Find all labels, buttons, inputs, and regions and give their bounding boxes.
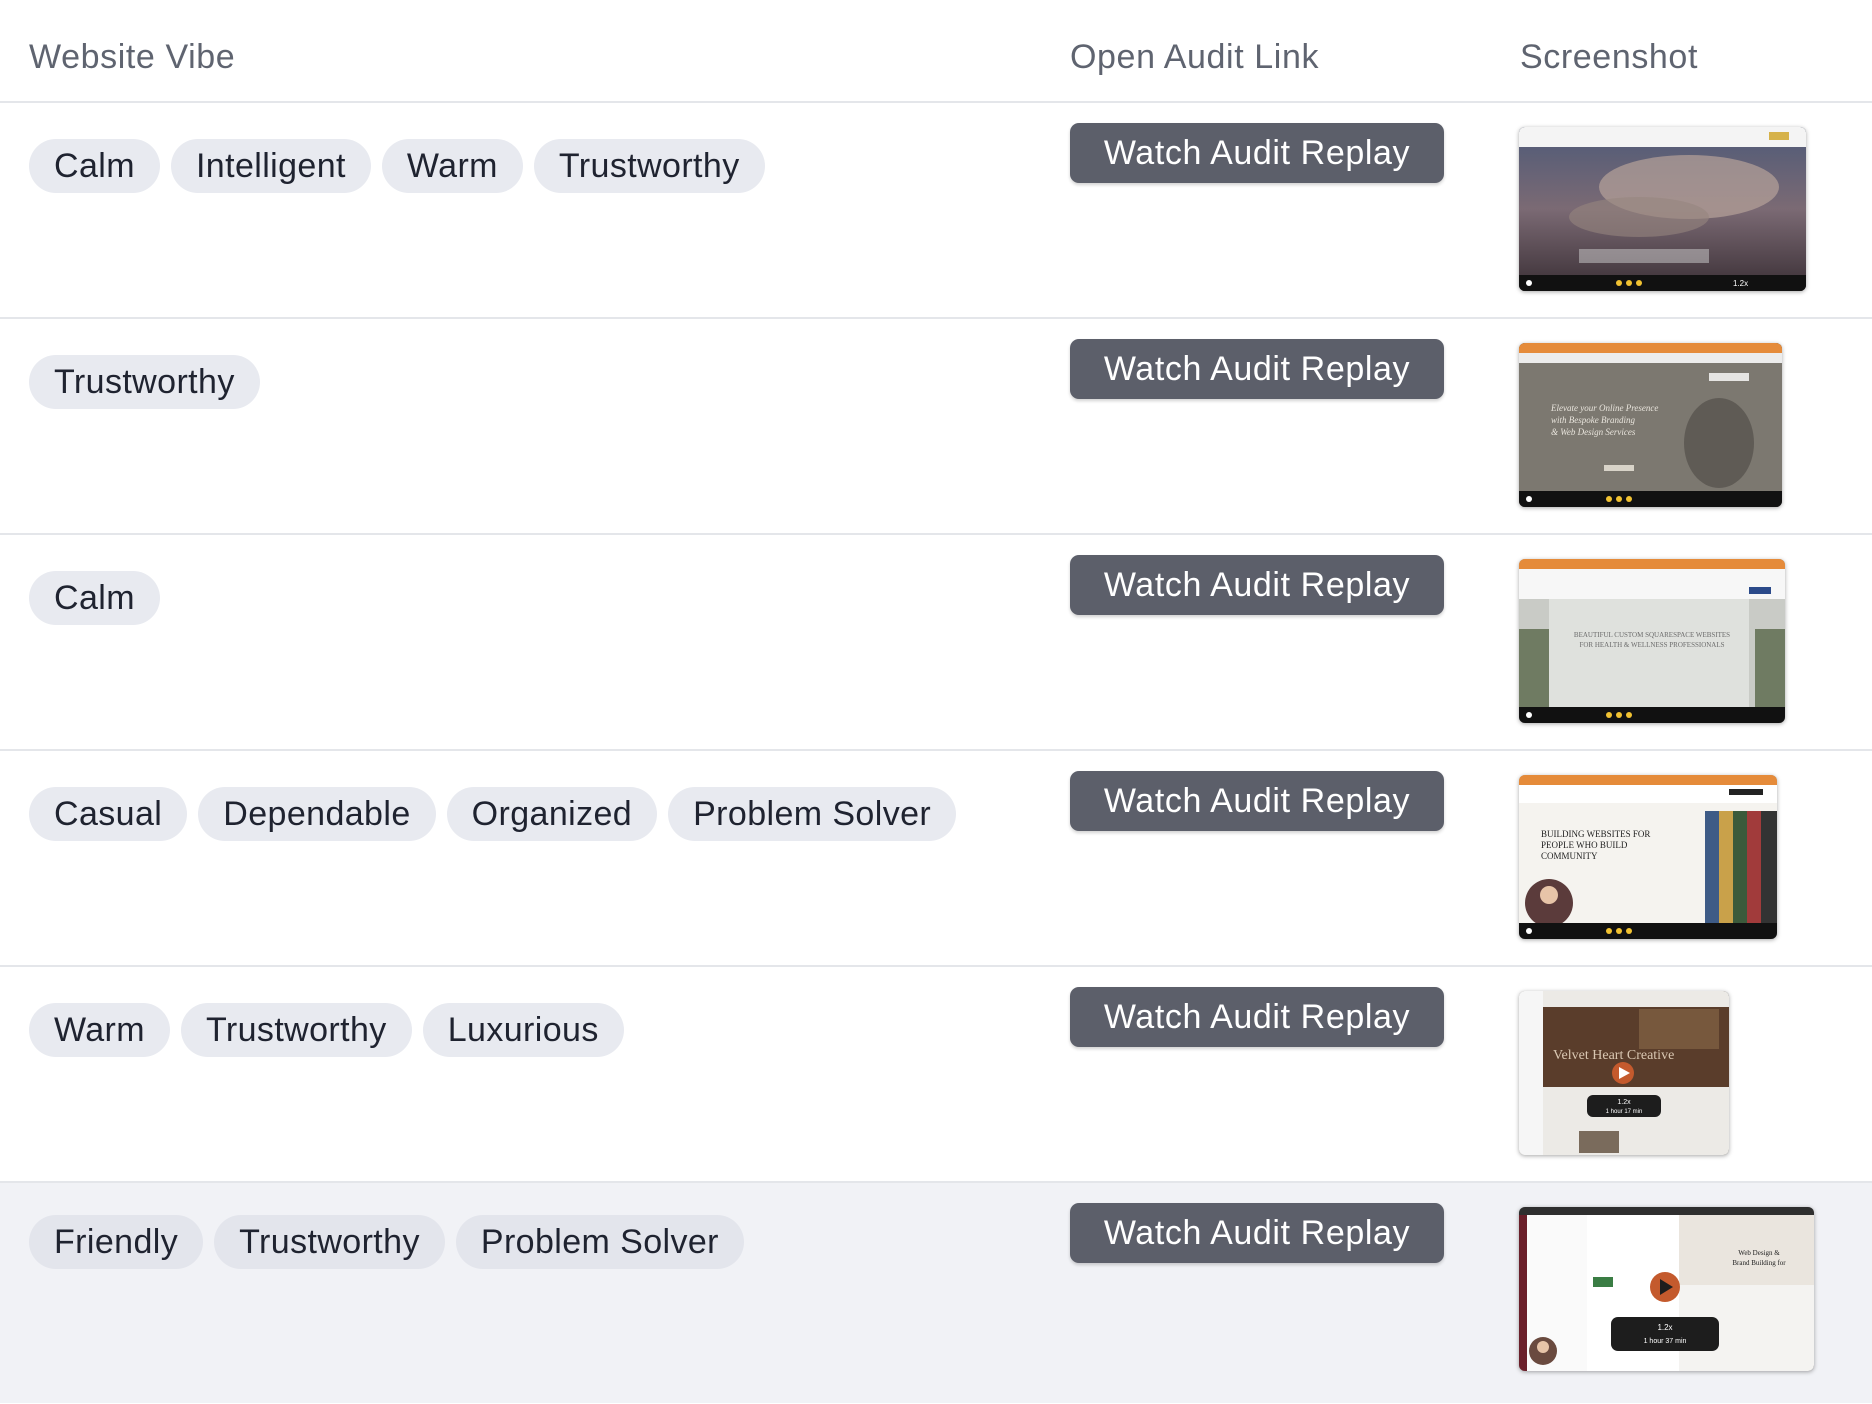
vibe-tag: Organized [446, 787, 658, 841]
vibe-tag: Calm [29, 571, 160, 625]
vibe-tags: Casual Dependable Organized Problem Solv… [29, 787, 957, 841]
thumb-headline: with Bespoke Branding [1551, 415, 1635, 425]
vibe-tags: Calm Intelligent Warm Trustworthy [29, 139, 765, 193]
screenshot-thumbnail[interactable]: Velvet Heart Creative 1.2x 1 hour 17 min [1519, 991, 1729, 1155]
thumb-headline: Brand Building for [1732, 1259, 1786, 1267]
vibe-tag: Friendly [29, 1215, 204, 1269]
playback-speed: 1.2x [1657, 1323, 1672, 1332]
table-row[interactable]: Warm Trustworthy Luxurious Watch Audit R… [0, 967, 1872, 1183]
watch-audit-replay-button[interactable]: Watch Audit Replay [1070, 1203, 1444, 1263]
vibe-tag: Problem Solver [455, 1215, 744, 1269]
playback-speed: 1.2x [1733, 279, 1748, 288]
vibe-tag: Calm [29, 139, 160, 193]
vibe-tag: Luxurious [422, 1003, 624, 1057]
thumb-headline: FOR HEALTH & WELLNESS PROFESSIONALS [1579, 641, 1724, 649]
column-header-open-audit-link[interactable]: Open Audit Link [1070, 38, 1319, 77]
watch-audit-replay-button[interactable]: Watch Audit Replay [1070, 771, 1444, 831]
vibe-tag: Trustworthy [214, 1215, 445, 1269]
column-header-website-vibe[interactable]: Website Vibe [29, 38, 235, 77]
vibe-tags: Warm Trustworthy Luxurious [29, 1003, 624, 1057]
thumb-headline: & Web Design Services [1551, 427, 1636, 437]
table-header: Website Vibe Open Audit Link Screenshot [0, 0, 1872, 103]
vibe-tag: Dependable [198, 787, 436, 841]
vibe-tag: Warm [381, 139, 523, 193]
thumb-headline: Elevate your Online Presence [1550, 403, 1658, 413]
audit-table: Website Vibe Open Audit Link Screenshot … [0, 0, 1872, 1403]
watch-audit-replay-button[interactable]: Watch Audit Replay [1070, 987, 1444, 1047]
replay-duration: 1 hour 37 min [1644, 1338, 1687, 1345]
vibe-tags: Trustworthy [29, 355, 260, 409]
screenshot-thumbnail[interactable]: BUILDING WEBSITES FOR PEOPLE WHO BUILD C… [1519, 775, 1777, 939]
playback-speed: 1.2x [1617, 1099, 1631, 1106]
vibe-tag: Casual [29, 787, 188, 841]
vibe-tag: Warm [29, 1003, 170, 1057]
table-row[interactable]: Calm Watch Audit Replay BEAUTIFUL CUSTOM… [0, 535, 1872, 751]
screenshot-thumbnail[interactable]: 1.2x [1519, 127, 1806, 291]
screenshot-thumbnail[interactable]: BEAUTIFUL CUSTOM SQUARESPACE WEBSITES FO… [1519, 559, 1785, 723]
vibe-tag: Problem Solver [668, 787, 957, 841]
watch-audit-replay-button[interactable]: Watch Audit Replay [1070, 339, 1444, 399]
table-row[interactable]: Casual Dependable Organized Problem Solv… [0, 751, 1872, 967]
watch-audit-replay-button[interactable]: Watch Audit Replay [1070, 555, 1444, 615]
replay-duration: 1 hour 17 min [1606, 1109, 1643, 1115]
screenshot-thumbnail[interactable]: Web Design & Brand Building for 1.2x 1 h… [1519, 1207, 1814, 1371]
thumb-headline: BEAUTIFUL CUSTOM SQUARESPACE WEBSITES [1574, 631, 1730, 639]
vibe-tag: Trustworthy [533, 139, 765, 193]
screenshot-thumbnail[interactable]: Elevate your Online Presence with Bespok… [1519, 343, 1782, 507]
watch-audit-replay-button[interactable]: Watch Audit Replay [1070, 123, 1444, 183]
thumb-headline: COMMUNITY [1541, 851, 1598, 861]
vibe-tag: Trustworthy [180, 1003, 412, 1057]
thumb-headline: PEOPLE WHO BUILD [1541, 840, 1628, 850]
table-row[interactable]: Trustworthy Watch Audit Replay Elevate y… [0, 319, 1872, 535]
thumb-headline: Web Design & [1738, 1249, 1780, 1257]
thumb-headline: Velvet Heart Creative [1553, 1048, 1674, 1063]
vibe-tag: Intelligent [170, 139, 371, 193]
table-row[interactable]: Calm Intelligent Warm Trustworthy Watch … [0, 103, 1872, 319]
vibe-tags: Calm [29, 571, 160, 625]
vibe-tag: Trustworthy [29, 355, 260, 409]
vibe-tags: Friendly Trustworthy Problem Solver [29, 1215, 744, 1269]
column-header-screenshot[interactable]: Screenshot [1520, 38, 1698, 77]
table-row[interactable]: Friendly Trustworthy Problem Solver Watc… [0, 1183, 1872, 1403]
thumb-headline: BUILDING WEBSITES FOR [1541, 829, 1650, 839]
